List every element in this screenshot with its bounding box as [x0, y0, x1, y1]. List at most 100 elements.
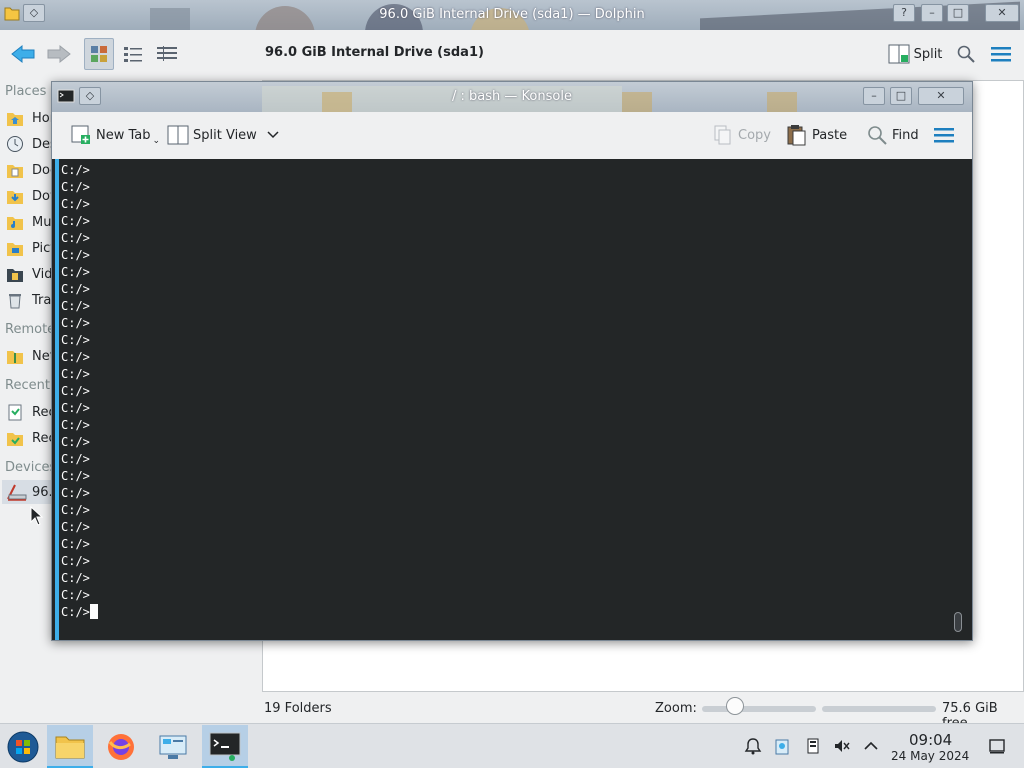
find-icon [868, 126, 887, 145]
terminal-line: C:/> [61, 248, 90, 262]
videos-folder-icon [7, 269, 23, 282]
details-view-button[interactable] [152, 38, 182, 70]
dolphin-toolbar: 96.0 GiB Internal Drive (sda1) Split [0, 30, 1024, 80]
hard-drive-icon [7, 484, 27, 501]
konsole-menu-button[interactable] [934, 120, 954, 150]
clipboard-icon[interactable] [773, 737, 791, 755]
compact-view-button[interactable] [118, 38, 148, 70]
taskbar: 09:04 24 May 2024 [0, 723, 1024, 768]
chevron-up-icon[interactable] [862, 737, 880, 755]
places-item-network[interactable]: Network [6, 344, 54, 368]
back-arrow-icon [11, 44, 35, 64]
volume-muted-icon[interactable] [833, 737, 851, 755]
find-label: Find [892, 127, 919, 143]
places-item-pictures[interactable]: Pictures [6, 236, 54, 260]
places-item-home[interactable]: Home [6, 106, 54, 130]
paste-icon [787, 125, 806, 146]
taskbar-system-settings[interactable] [150, 725, 196, 768]
terminal-line: C:/> [61, 163, 90, 177]
konsole-close-button[interactable]: ✕ [918, 87, 964, 105]
places-item-trash[interactable]: Trash [6, 288, 54, 312]
pictures-folder-icon [7, 243, 23, 256]
terminal-line: C:/> [61, 486, 90, 500]
new-tab-label: New Tab [96, 127, 151, 143]
taskbar-dolphin[interactable] [47, 725, 93, 768]
places-item-desktop[interactable]: Desktop [6, 132, 54, 156]
konsole-window-title: / : bash — Konsole [452, 89, 572, 104]
clock-time[interactable]: 09:04 [909, 731, 952, 749]
details-view-icon [157, 46, 177, 61]
paste-button[interactable]: Paste [786, 120, 847, 150]
hamburger-menu-icon [934, 128, 954, 143]
folder-icon [55, 736, 85, 758]
places-item-recent-files[interactable]: Recent Files [6, 400, 54, 424]
dolphin-menu-button[interactable] [988, 38, 1014, 70]
copy-button[interactable]: Copy [712, 120, 771, 150]
terminal-line: C:/> [61, 384, 90, 398]
places-panel: Places Home Desktop Documents Downloads … [0, 80, 57, 520]
split-button[interactable]: Split [886, 38, 944, 70]
terminal-area[interactable]: C:/> C:/> C:/> C:/> C:/> C:/> C:/> C:/> C:/> C:/>… [52, 159, 972, 640]
split-icon [888, 44, 910, 64]
new-tab-icon [71, 125, 90, 144]
places-item-recent-locations[interactable]: Recent Locations [6, 426, 54, 450]
terminal-line: C:/> [61, 435, 90, 449]
maximize-button[interactable]: □ [947, 4, 969, 22]
zoom-slider-handle[interactable] [726, 697, 744, 715]
chevron-down-icon[interactable] [267, 131, 279, 139]
terminal-line: C:/> [61, 571, 90, 585]
show-desktop-icon[interactable] [988, 737, 1006, 755]
places-item-internal-drive[interactable]: 96.0 GiB Internal Drive [2, 480, 54, 504]
places-item-videos[interactable]: Videos [6, 262, 54, 286]
terminal-line: C:/> [61, 503, 90, 517]
terminal-line: C:/> [61, 401, 90, 415]
forward-button[interactable] [42, 38, 76, 70]
new-tab-button[interactable]: New Tab ⌄ [70, 120, 160, 150]
taskbar-konsole[interactable] [202, 725, 248, 768]
konsole-toolbar: New Tab ⌄ Split View Copy Paste Find [52, 112, 972, 159]
terminal-line: C:/> [61, 418, 90, 432]
close-button[interactable]: ✕ [985, 4, 1019, 22]
notifications-icon[interactable] [744, 737, 762, 755]
konsole-titlebar[interactable]: ◇ / : bash — Konsole – □ ✕ [52, 82, 972, 112]
terminal-line: C:/> [61, 214, 90, 228]
konsole-minimize-button[interactable]: – [863, 87, 885, 105]
status-bar: 19 Folders Zoom: 75.6 GiB free [0, 696, 1024, 731]
home-folder-icon [7, 113, 23, 126]
find-button[interactable]: Find [866, 120, 919, 150]
music-folder-icon [7, 217, 23, 230]
forward-arrow-icon [47, 44, 71, 64]
application-launcher-button[interactable] [0, 725, 46, 768]
terminal-line: C:/> [61, 231, 90, 245]
terminal-line: C:/> [61, 180, 90, 194]
clock-date[interactable]: 24 May 2024 [891, 749, 969, 763]
documents-folder-icon [7, 165, 23, 178]
help-button[interactable]: ? [893, 4, 915, 22]
split-view-icon [167, 125, 189, 145]
trash-icon [9, 294, 21, 309]
terminal-line: C:/> [61, 333, 90, 347]
places-item-music[interactable]: Music [6, 210, 54, 234]
start-orb-icon [7, 731, 39, 762]
icons-view-button[interactable] [84, 38, 114, 70]
devices-section-label: Devices [5, 460, 57, 475]
zoom-slider-track[interactable] [702, 706, 816, 712]
dolphin-titlebar[interactable]: ◇ 96.0 GiB Internal Drive (sda1) — Dolph… [0, 0, 1024, 30]
taskbar-firefox[interactable] [98, 725, 144, 768]
zoom-label: Zoom: [655, 701, 697, 716]
terminal-scrollbar-handle[interactable] [954, 612, 962, 632]
disk-device-icon[interactable] [804, 737, 822, 755]
back-button[interactable] [6, 38, 40, 70]
search-button[interactable] [954, 38, 978, 70]
recent-section-label: Recent [5, 378, 50, 393]
terminal-line: C:/> [61, 537, 90, 551]
konsole-maximize-button[interactable]: □ [890, 87, 912, 105]
places-item-documents[interactable]: Documents [6, 158, 54, 182]
minimize-button[interactable]: – [921, 4, 943, 22]
terminal-line: C:/> [61, 282, 90, 296]
terminal-line: C:/> [61, 554, 90, 568]
split-label: Split [913, 46, 943, 62]
copy-label: Copy [738, 127, 771, 143]
split-view-button[interactable]: Split View [167, 120, 279, 150]
places-item-downloads[interactable]: Downloads [6, 184, 54, 208]
